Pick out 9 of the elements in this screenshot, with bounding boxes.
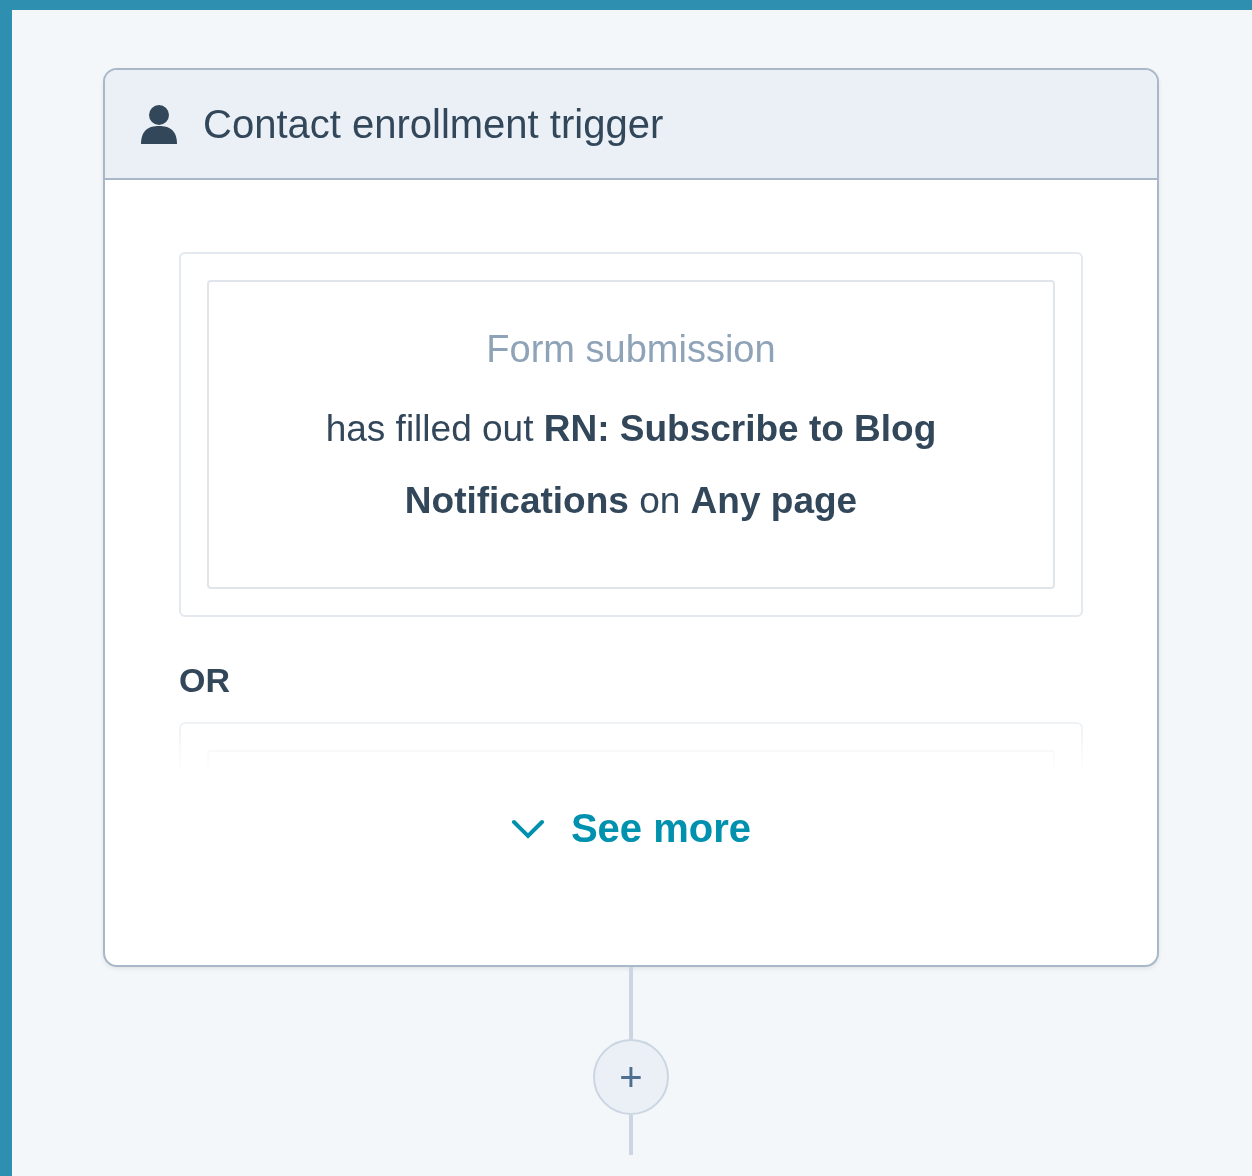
- contact-icon: [141, 104, 177, 144]
- chevron-icon: [510, 818, 545, 839]
- or-label: OR: [179, 661, 230, 700]
- filter-card[interactable]: Form submission has filled out RN: Subscribe to Blog Notifications on Any page: [207, 280, 1055, 589]
- filter-description: has filled out RN: Subscribe to Blog Notifications on Any page: [324, 407, 938, 523]
- card-title: Contact enrollment trigger: [203, 101, 664, 147]
- add-step-button[interactable]: +: [593, 1039, 669, 1115]
- filter-title: Form submission: [486, 328, 776, 371]
- see-more-link[interactable]: See more: [506, 802, 756, 855]
